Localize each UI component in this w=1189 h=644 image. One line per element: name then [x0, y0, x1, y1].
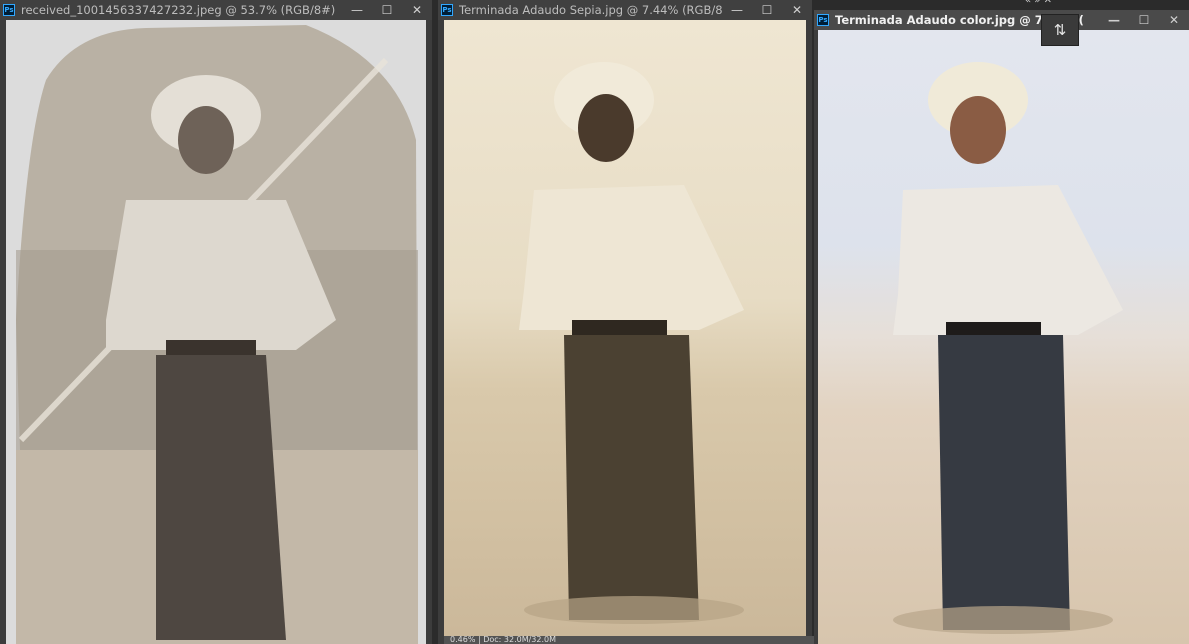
minimize-button[interactable]: — [722, 0, 752, 20]
photoshop-icon: Ps [441, 4, 453, 16]
document-tab-original[interactable]: Ps received_1001456337427232.jpeg @ 53.7… [0, 0, 432, 20]
document-tab-sepia[interactable]: Ps Terminada Adaudo Sepia.jpg @ 7.44% (R… [438, 0, 812, 20]
image-canvas-original[interactable] [6, 20, 426, 644]
sepia-photo [444, 20, 806, 636]
color-photo [818, 30, 1189, 644]
arrange-rotate-icon[interactable]: ⇅ [1041, 14, 1079, 46]
image-canvas-color[interactable] [818, 30, 1189, 644]
minimize-button[interactable]: — [342, 0, 372, 20]
panel-collapse-arrows[interactable]: « » ✕ [1025, 0, 1052, 6]
close-button[interactable]: ✕ [1159, 10, 1189, 30]
image-canvas-sepia[interactable] [444, 20, 806, 636]
maximize-button[interactable]: ☐ [752, 0, 782, 20]
minimize-button[interactable]: — [1099, 10, 1129, 30]
maximize-button[interactable]: ☐ [372, 0, 402, 20]
document-title: Terminada Adaudo Sepia.jpg @ 7.44% (RGB/… [459, 3, 722, 17]
maximize-button[interactable]: ☐ [1129, 10, 1159, 30]
damaged-photo [6, 20, 426, 644]
photoshop-icon: Ps [817, 14, 829, 26]
document-window-sepia[interactable]: Ps Terminada Adaudo Sepia.jpg @ 7.44% (R… [438, 0, 814, 644]
document-title: received_1001456337427232.jpeg @ 53.7% (… [21, 3, 336, 17]
document-tab-color[interactable]: Ps Terminada Adaudo color.jpg @ 7.74% ()… [814, 10, 1189, 30]
document-window-original[interactable]: Ps received_1001456337427232.jpeg @ 53.7… [0, 0, 432, 644]
document-window-color[interactable]: Ps Terminada Adaudo color.jpg @ 7.74% ()… [814, 10, 1189, 644]
close-button[interactable]: ✕ [782, 0, 812, 20]
close-button[interactable]: ✕ [402, 0, 432, 20]
photoshop-icon: Ps [3, 4, 15, 16]
status-bar: 0.46% | Doc: 32.0M/32.0M [444, 636, 814, 644]
